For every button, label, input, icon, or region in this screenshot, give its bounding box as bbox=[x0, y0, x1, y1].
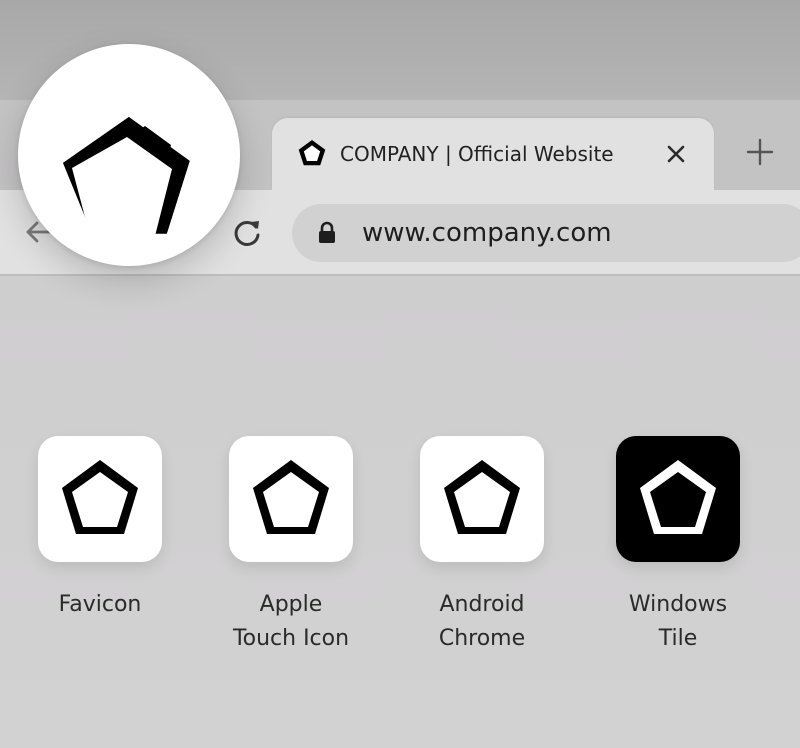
pentagon-logo-icon bbox=[253, 460, 329, 534]
windows-tile-label: Windows Tile bbox=[628, 592, 728, 651]
android-chrome-card bbox=[420, 436, 544, 562]
tab-title: COMPANY | Official Website bbox=[340, 142, 614, 166]
pentagon-logo-icon bbox=[62, 460, 138, 534]
pentagon-logo-icon bbox=[444, 460, 520, 534]
pentagon-logo-icon bbox=[62, 116, 190, 236]
favicon-card bbox=[38, 436, 162, 562]
apple-touch-icon-card bbox=[229, 436, 353, 562]
android-chrome-label: Android Chrome bbox=[438, 592, 526, 651]
magnified-favicon bbox=[18, 44, 240, 266]
address-bar[interactable]: www.company.com bbox=[292, 204, 800, 262]
pentagon-logo-icon bbox=[640, 460, 716, 534]
close-icon[interactable] bbox=[662, 140, 690, 168]
tab-active[interactable]: COMPANY | Official Website bbox=[272, 118, 714, 190]
favicon-label: Favicon bbox=[58, 592, 142, 617]
windows-tile-card bbox=[616, 436, 740, 562]
plus-icon[interactable] bbox=[744, 136, 776, 168]
pentagon-logo-icon bbox=[298, 140, 326, 166]
apple-touch-icon-label: Apple Touch Icon bbox=[232, 592, 350, 651]
browser-window: COMPANY | Official Website www.company.c… bbox=[0, 0, 800, 748]
lock-icon bbox=[319, 221, 335, 243]
url-text: www.company.com bbox=[362, 218, 612, 248]
